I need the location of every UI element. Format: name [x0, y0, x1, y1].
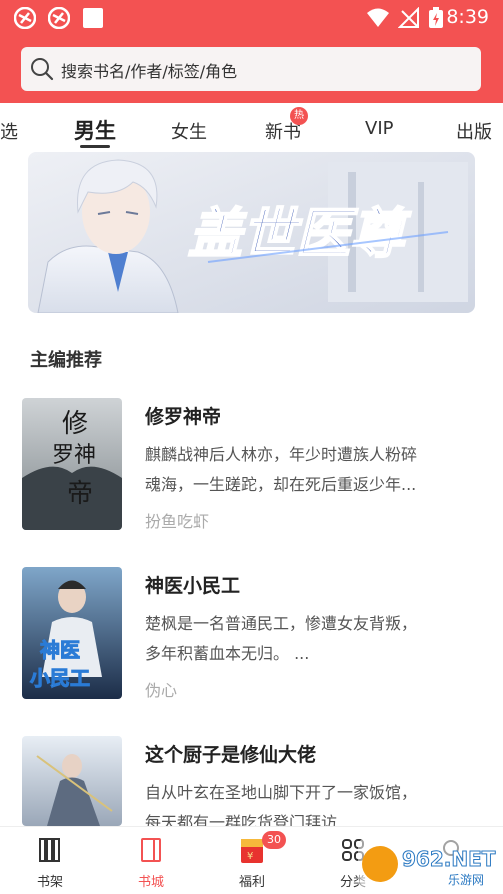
nav-label: 福利 — [238, 875, 265, 890]
book-item[interactable]: 修 罗神 帝 修罗神帝 麒麟战神后人林亦，年少时遭族人粉碎 魂海，一生蹉跎，却在… — [0, 398, 503, 538]
search-icon — [31, 58, 54, 81]
tab-publishing[interactable]: 出版 — [456, 118, 492, 144]
book-description-line: 魂海，一生蹉跎，却在死后重返少年... — [145, 475, 417, 494]
hot-badge: 热 — [290, 107, 308, 125]
book-description-line: 自从叶玄在圣地山脚下开了一家饭馆， — [145, 783, 418, 802]
book-cover: 神医 小民工 — [22, 567, 122, 699]
app-notification-icon — [48, 7, 70, 29]
book-title: 神医小民工 — [145, 575, 241, 597]
svg-text:小民工: 小民工 — [30, 666, 90, 690]
battery-charging-icon — [429, 7, 443, 28]
banner-title: 盖世医尊 — [188, 202, 412, 265]
svg-text:乐游网: 乐游网 — [448, 873, 484, 887]
bookstore-icon — [141, 838, 161, 862]
book-item[interactable]: 神医 小民工 神医小民工 楚枫是一名普通民工，惨遭女友背叛， 多年积蓄血本无归。… — [0, 567, 503, 707]
status-bar: 8:39 — [0, 0, 503, 36]
section-title: 主编推荐 — [30, 350, 102, 371]
welfare-count-badge: 30 — [262, 831, 286, 849]
svg-text:神医: 神医 — [40, 638, 80, 662]
top-header: 8:39 搜索书名/作者/标签/角色 — [0, 0, 503, 103]
active-tab-indicator — [80, 145, 110, 148]
svg-text:罗神: 罗神 — [52, 443, 96, 468]
book-description-line: 多年积蓄血本无归。 ... — [145, 644, 310, 663]
svg-text:962.NET: 962.NET — [402, 847, 496, 871]
banner-artwork: 盖世医尊 — [28, 152, 475, 313]
svg-text:¥: ¥ — [247, 851, 253, 862]
app-notification-icon — [14, 7, 36, 29]
no-signal-icon — [398, 7, 419, 28]
book-title: 修罗神帝 — [145, 406, 222, 428]
search-bar[interactable]: 搜索书名/作者/标签/角色 — [21, 47, 481, 91]
nav-bookshelf[interactable]: 书架 — [20, 827, 80, 894]
search-placeholder: 搜索书名/作者/标签/角色 — [61, 62, 238, 81]
book-cover: 修 罗神 帝 — [22, 398, 122, 530]
site-watermark: 962.NET 乐游网 — [358, 838, 498, 890]
book-cover — [22, 736, 122, 826]
tab-male[interactable]: 男生 — [74, 115, 116, 145]
bookshelf-icon — [39, 838, 60, 862]
book-title: 这个厨子是修仙大佬 — [145, 744, 317, 766]
nav-label: 书架 — [36, 875, 63, 890]
book-author: 扮鱼吃虾 — [145, 512, 210, 531]
image-notification-icon — [83, 8, 103, 28]
book-description-line: 麒麟战神后人林亦，年少时遭族人粉碎 — [145, 445, 418, 464]
clock: 8:39 — [446, 6, 489, 28]
tab-selected[interactable]: 选 — [0, 118, 18, 144]
svg-text:帝: 帝 — [67, 479, 93, 509]
book-author: 伪心 — [145, 681, 178, 700]
tab-vip[interactable]: VIP — [365, 118, 393, 139]
book-description-line: 楚枫是一名普通民工，惨遭女友背叛， — [145, 614, 418, 633]
svg-text:修: 修 — [62, 409, 88, 439]
tab-female[interactable]: 女生 — [171, 118, 207, 144]
gift-icon: ¥ — [241, 839, 263, 863]
promo-banner[interactable]: 盖世医尊 — [28, 152, 475, 313]
nav-label: 书城 — [137, 875, 164, 890]
nav-bookstore[interactable]: 书城 — [121, 827, 181, 894]
wifi-icon — [367, 8, 389, 27]
